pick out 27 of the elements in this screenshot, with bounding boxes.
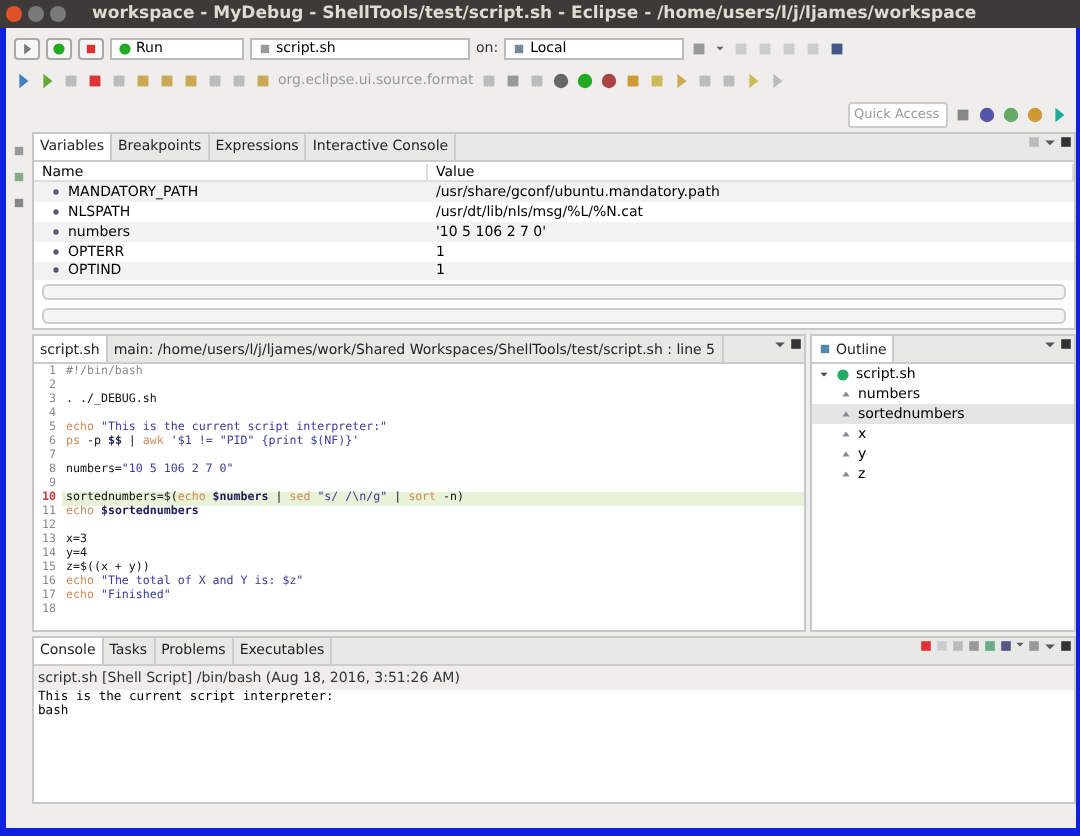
terminate-icon[interactable] [918, 637, 934, 654]
caret-icon[interactable] [1014, 637, 1026, 650]
run-icon [52, 41, 66, 55]
caret-icon[interactable] [714, 42, 727, 54]
maximize-icon[interactable] [1058, 637, 1074, 654]
run-icon [118, 41, 132, 55]
minimize-button[interactable] [28, 6, 44, 22]
launch-button[interactable] [46, 37, 72, 59]
stop-icon [84, 41, 98, 55]
maximize-icon[interactable] [788, 336, 804, 352]
terminate-icon[interactable] [86, 71, 104, 89]
wrench-button[interactable] [14, 37, 40, 59]
maximize-icon[interactable] [1058, 134, 1074, 150]
close-button[interactable] [6, 6, 22, 22]
expand-icon[interactable] [818, 368, 830, 380]
minimize-icon[interactable] [772, 336, 788, 352]
window-title: workspace - MyDebug - ShellTools/test/script.sh - Eclipse - /home/users/l/j/ljames/workspace [92, 4, 977, 24]
maximize-icon[interactable] [1058, 336, 1074, 352]
resume-icon[interactable] [38, 71, 56, 89]
script-icon [836, 367, 850, 381]
minimize-icon[interactable] [1042, 336, 1058, 352]
horizontal-scrollbar[interactable] [42, 284, 1066, 301]
maximize-button[interactable] [50, 6, 66, 22]
minimize-icon[interactable] [1042, 134, 1058, 150]
run-icon[interactable] [575, 71, 594, 89]
stop-button[interactable] [78, 37, 104, 59]
horizontal-scrollbar[interactable] [42, 308, 1066, 324]
